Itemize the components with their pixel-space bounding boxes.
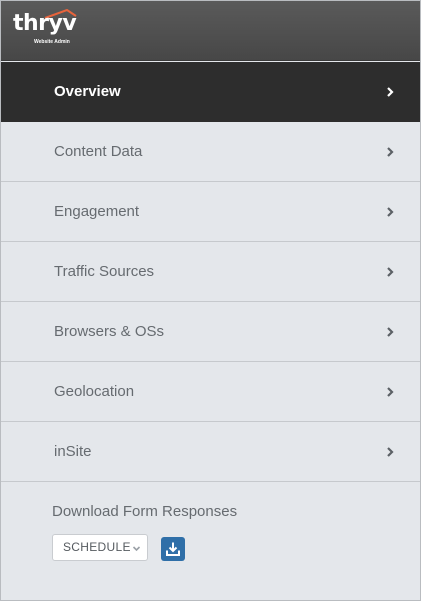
chevron-right-icon	[387, 387, 394, 397]
schedule-select[interactable]: SCHEDULE	[52, 534, 148, 561]
analytics-menu: Overview Content Data Engagement Traffic…	[1, 62, 420, 482]
menu-item-label: Geolocation	[54, 383, 135, 400]
chevron-right-icon	[387, 147, 394, 157]
download-button[interactable]	[161, 537, 185, 561]
menu-item-label: Traffic Sources	[54, 263, 155, 280]
download-title: Download Form Responses	[52, 503, 238, 520]
menu-item-insite[interactable]: inSite	[1, 422, 420, 482]
download-icon	[166, 542, 180, 556]
menu-item-traffic-sources[interactable]: Traffic Sources	[1, 242, 420, 302]
menu-item-content-data[interactable]: Content Data	[1, 122, 420, 182]
menu-item-label: Engagement	[54, 203, 140, 220]
schedule-select-value: SCHEDULE	[63, 540, 131, 554]
chevron-right-icon	[387, 267, 394, 277]
menu-item-label: Overview	[54, 83, 121, 100]
thryv-logo[interactable]: thryv Website Admin	[13, 9, 77, 49]
download-form-responses-section: Download Form Responses SCHEDULE	[1, 483, 420, 600]
sidebar-header: thryv Website Admin	[1, 1, 420, 61]
chevron-right-icon	[387, 327, 394, 337]
menu-item-label: Browsers & OSs	[54, 323, 165, 340]
chevron-right-icon	[387, 207, 394, 217]
menu-item-label: Content Data	[54, 143, 143, 160]
chevron-right-icon	[387, 87, 394, 97]
logo-wordmark: thryv	[13, 11, 77, 36]
menu-item-label: inSite	[54, 443, 92, 460]
analytics-sidebar: thryv Website Admin Overview Content Dat…	[0, 0, 421, 601]
menu-item-geolocation[interactable]: Geolocation	[1, 362, 420, 422]
menu-item-browsers-oss[interactable]: Browsers & OSs	[1, 302, 420, 362]
chevron-right-icon	[387, 447, 394, 457]
menu-item-engagement[interactable]: Engagement	[1, 182, 420, 242]
menu-item-overview[interactable]: Overview	[1, 62, 420, 122]
logo-subtitle: Website Admin	[34, 39, 70, 45]
chevron-down-icon	[132, 546, 141, 552]
